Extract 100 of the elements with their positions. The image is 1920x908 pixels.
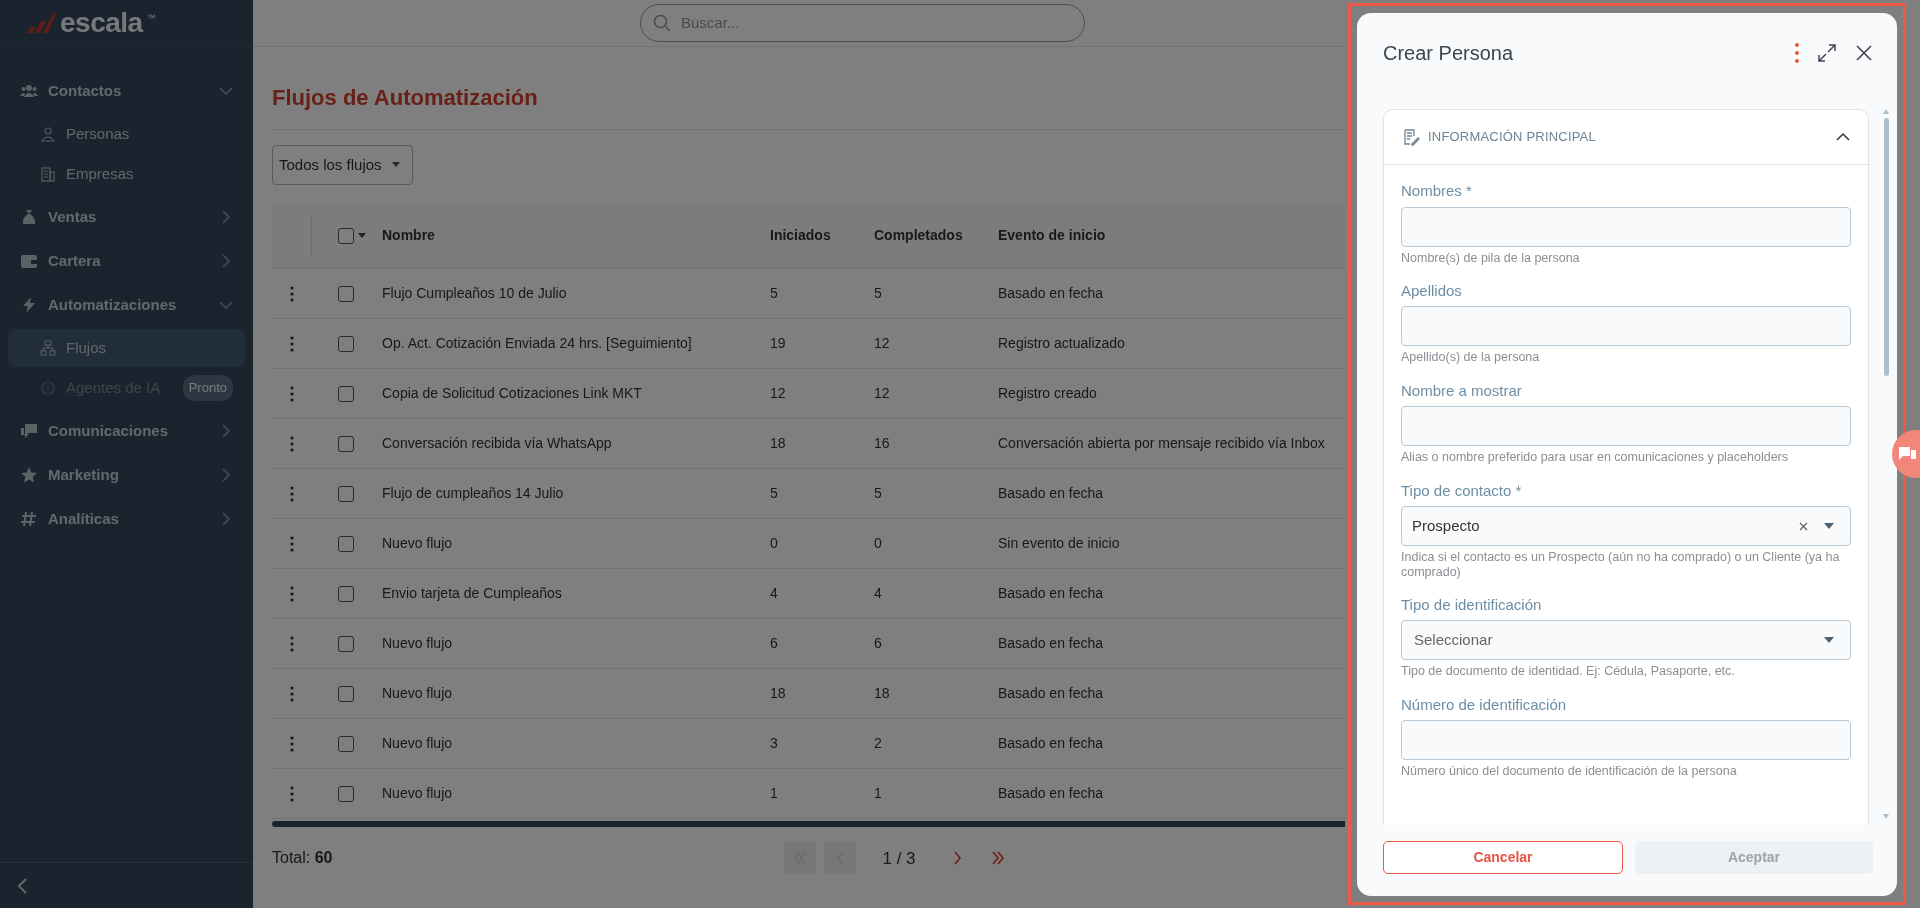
field-label: Nombres * [1401, 181, 1473, 201]
money-bag-icon [20, 208, 38, 226]
table-cell: 5 [770, 485, 778, 502]
checkbox[interactable] [338, 635, 354, 652]
sidebar-item[interactable]: Comunicaciones [8, 409, 245, 453]
checkbox[interactable] [338, 227, 354, 244]
caret-icon [391, 162, 400, 169]
sidebar-item[interactable]: Marketing [8, 453, 245, 497]
star-icon [20, 466, 38, 484]
table-cell: Registro actualizado [998, 335, 1125, 352]
row-menu-icon[interactable] [290, 785, 294, 802]
table-cell: Basado en fecha [998, 285, 1104, 302]
checkbox[interactable] [338, 285, 354, 302]
collapse-sidebar-button[interactable] [16, 876, 30, 895]
search-input[interactable]: Buscar... [679, 10, 1084, 36]
checkbox[interactable] [338, 785, 354, 802]
filter-dropdown[interactable]: Todos los flujos [272, 145, 413, 186]
logo-icon [26, 12, 56, 34]
logo-text: escala [60, 9, 143, 37]
checkbox[interactable] [338, 435, 354, 452]
checkbox[interactable] [338, 335, 354, 352]
table-cell: Op. Act. Cotización Enviada 24 hrs. [Seguimiento] [382, 335, 692, 352]
row-menu-icon[interactable] [290, 385, 294, 402]
chevron-right-icon [954, 851, 962, 866]
row-menu-icon[interactable] [290, 685, 294, 702]
text-field[interactable] [1401, 720, 1851, 761]
sidebar-item[interactable]: Contactos [8, 69, 245, 113]
table-cell: 3 [770, 735, 778, 752]
table-cell: 19 [770, 335, 786, 352]
help-text: Indica si el contacto es un Prospecto (aún no ha comprado) o un Cliente (ya ha comprado) [1401, 550, 1841, 579]
text-field[interactable] [1401, 206, 1851, 247]
chat-icon [20, 422, 38, 440]
checkbox[interactable] [338, 685, 354, 702]
field-label: Nombre a mostrar [1401, 380, 1523, 401]
wallet-icon [20, 252, 38, 270]
row-menu-icon[interactable] [290, 485, 294, 502]
double-chevron-right-icon [991, 851, 1004, 866]
checkbox[interactable] [338, 735, 354, 752]
text-field[interactable] [1401, 306, 1851, 347]
sidebar-subitem[interactable]: Personas [8, 115, 245, 153]
building-icon [40, 166, 56, 182]
caret-icon[interactable] [358, 233, 366, 239]
table-cell: 6 [874, 635, 882, 652]
text-field[interactable] [1401, 406, 1851, 447]
table-cell: 5 [770, 285, 778, 302]
table-cell: 5 [874, 485, 882, 502]
table-cell: 12 [770, 385, 786, 402]
page-title: Flujos de Automatización [272, 47, 1345, 131]
person-icon [40, 126, 56, 142]
checkbox[interactable] [338, 585, 354, 602]
table-cell: Basado en fecha [998, 785, 1104, 802]
sidebar-subitem[interactable]: Empresas [8, 155, 245, 193]
table-cell: 18 [770, 685, 786, 702]
more-options-button[interactable] [1795, 43, 1799, 63]
row-menu-icon[interactable] [290, 635, 294, 652]
table-cell: 12 [874, 385, 890, 402]
hierarchy-icon [40, 340, 56, 356]
dropdown-field[interactable]: Seleccionar [1401, 620, 1851, 661]
table-cell: Flujo Cumpleaños 10 de Julio [382, 285, 567, 302]
row-menu-icon[interactable] [290, 285, 294, 302]
sidebar-item[interactable]: Analíticas [8, 497, 245, 541]
help-text: Nombre(s) de pila de la persona [1401, 250, 1581, 265]
checkbox[interactable] [338, 535, 354, 552]
expand-button[interactable] [1817, 43, 1837, 63]
table-cell: Basado en fecha [998, 735, 1104, 752]
table-cell: Envio tarjeta de Cumpleaños [382, 585, 562, 602]
clear-icon[interactable] [1799, 521, 1808, 531]
horizontal-scrollbar[interactable] [272, 821, 1345, 828]
close-button[interactable] [1855, 44, 1873, 62]
field-label: Tipo de contacto * [1401, 480, 1523, 501]
dropdown-field[interactable]: Prospecto [1401, 506, 1851, 547]
soon-tag: Pronto [182, 375, 233, 401]
field-label: Número de identificación [1401, 694, 1568, 715]
sidebar-item[interactable]: Ventas [8, 195, 245, 239]
row-menu-icon[interactable] [290, 435, 294, 452]
collapse-section-button[interactable] [1836, 132, 1850, 142]
section-title: INFORMACIÓN PRINCIPAL [1428, 128, 1596, 147]
row-menu-icon[interactable] [290, 335, 294, 352]
table-cell: Basado en fecha [998, 635, 1104, 652]
row-menu-icon[interactable] [290, 535, 294, 552]
table-cell: 5 [874, 285, 882, 302]
people-icon [20, 82, 38, 100]
total-count: Total: 60 [272, 848, 333, 869]
row-menu-icon[interactable] [290, 735, 294, 752]
table-cell: Basado en fecha [998, 485, 1104, 502]
chat-icon [1898, 446, 1916, 462]
table-cell: Conversación abierta por mensaje recibido vía Inbox [998, 435, 1325, 452]
table-cell: 1 [874, 785, 882, 802]
cancel-button[interactable]: Cancelar [1383, 841, 1623, 874]
field-label: Apellidos [1401, 280, 1463, 301]
checkbox[interactable] [338, 385, 354, 402]
checkbox[interactable] [338, 485, 354, 502]
sidebar-item[interactable]: Automatizaciones [8, 283, 245, 327]
row-menu-icon[interactable] [290, 585, 294, 602]
sidebar-item[interactable]: Cartera [8, 239, 245, 283]
table-cell: 18 [770, 435, 786, 452]
table-cell: 2 [874, 735, 882, 752]
column-header: Nombre [382, 227, 435, 244]
sidebar-subitem[interactable]: Flujos [8, 329, 245, 367]
table-cell: 16 [874, 435, 890, 452]
